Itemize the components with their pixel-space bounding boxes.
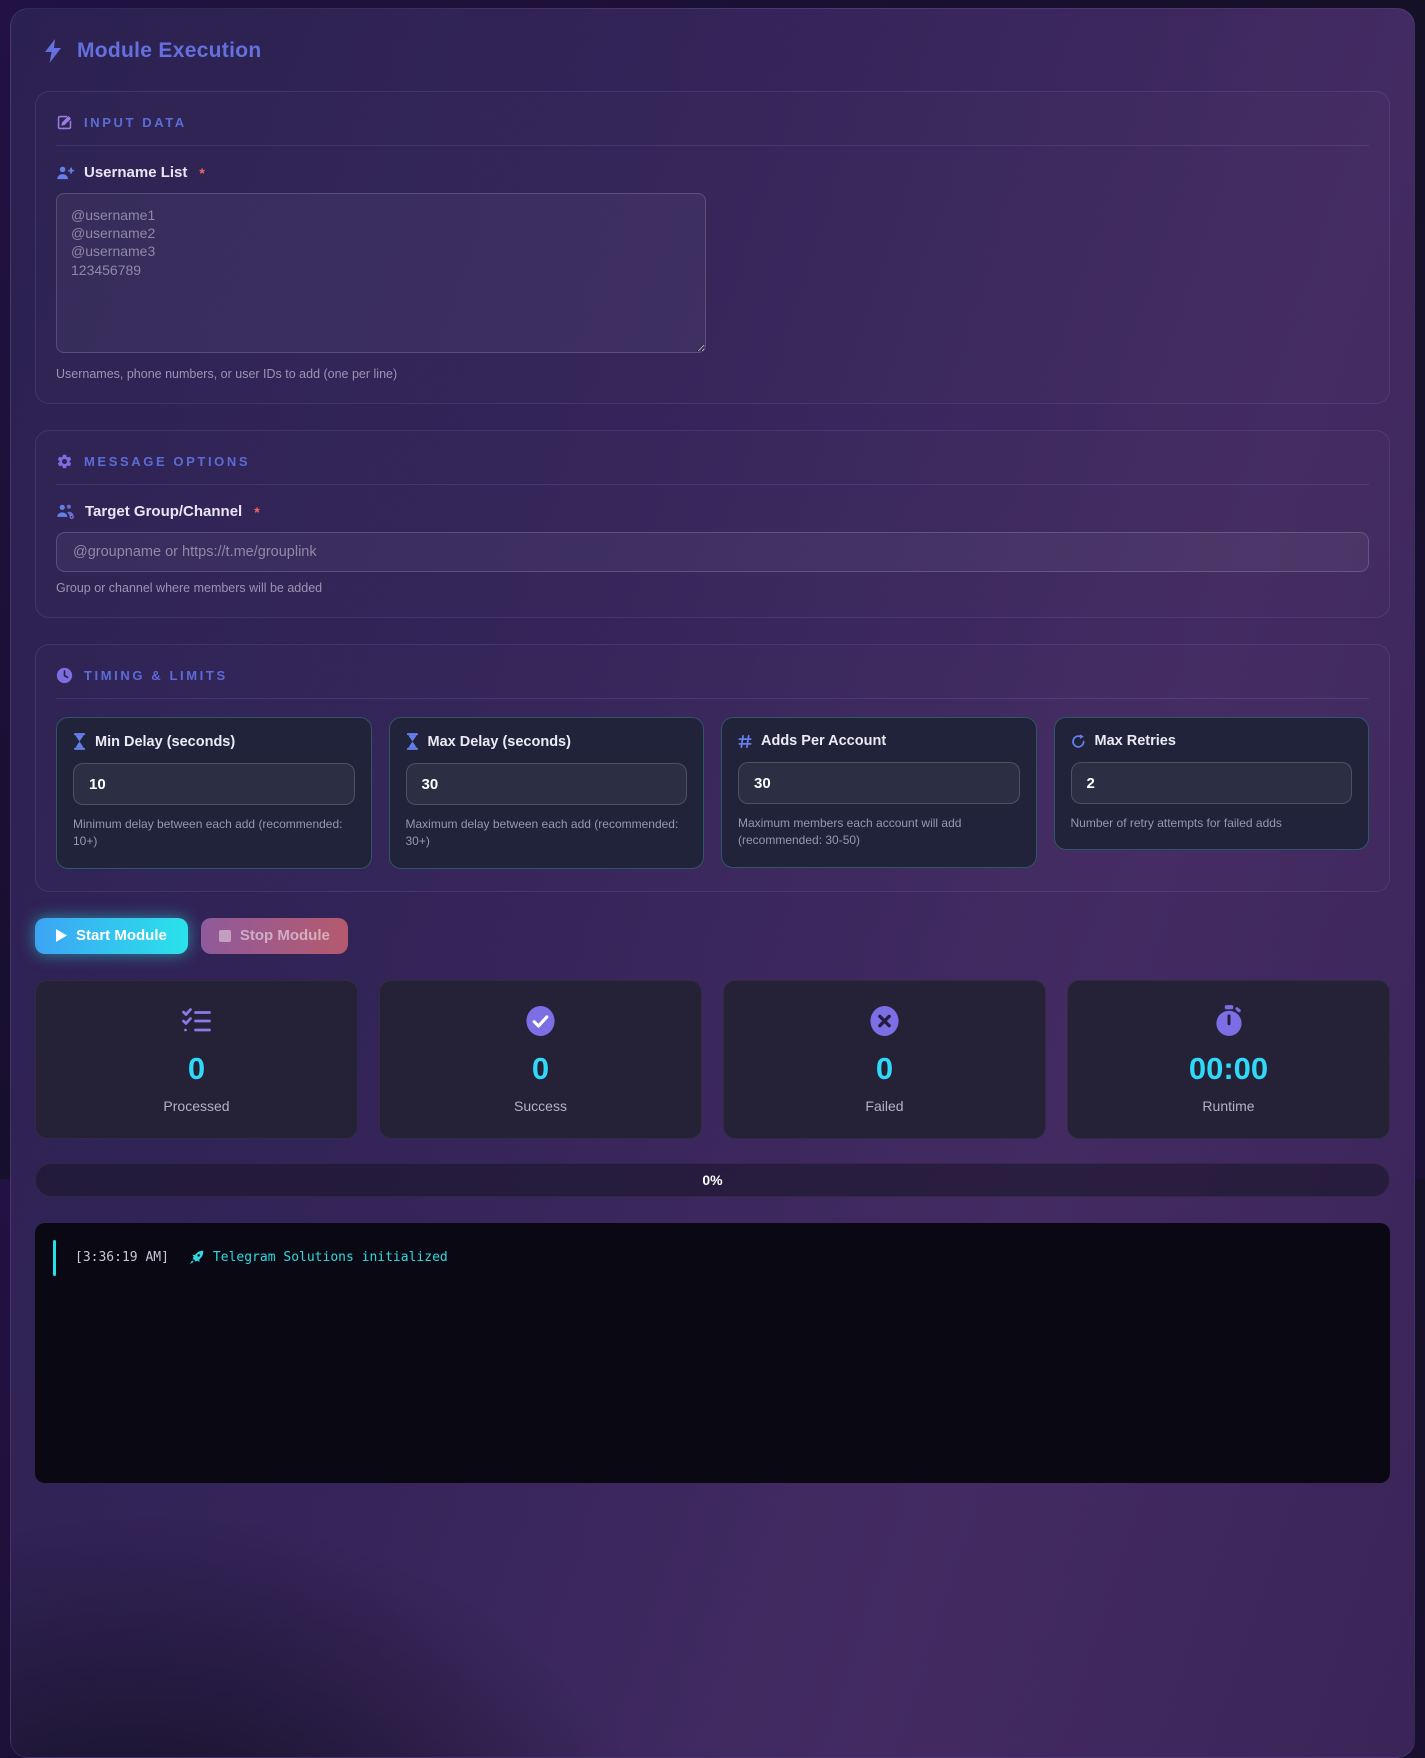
x-circle-icon bbox=[734, 1003, 1035, 1039]
min-delay-helper: Minimum delay between each add (recommen… bbox=[73, 816, 355, 851]
start-module-label: Start Module bbox=[76, 927, 167, 944]
max-retries-card: Max Retries Number of retry attempts for… bbox=[1054, 717, 1370, 850]
max-delay-card: Max Delay (seconds) Maximum delay betwee… bbox=[389, 717, 705, 869]
hash-icon bbox=[738, 734, 752, 749]
required-asterisk: * bbox=[254, 504, 259, 520]
rocket-icon bbox=[189, 1250, 204, 1265]
log-entry: [3:36:19 AM] Telegram Solutions initiali… bbox=[53, 1240, 1372, 1276]
page-header: Module Execution bbox=[43, 39, 1390, 63]
stopwatch-icon bbox=[1078, 1003, 1379, 1039]
failed-stat-card: 0 Failed bbox=[723, 980, 1046, 1139]
redo-icon bbox=[1071, 734, 1086, 749]
stats-grid: 0 Processed 0 Success 0 Failed bbox=[35, 980, 1390, 1139]
log-accent-bar bbox=[53, 1240, 56, 1276]
min-delay-input[interactable] bbox=[73, 763, 355, 805]
min-delay-label-row: Min Delay (seconds) bbox=[73, 733, 355, 750]
max-delay-input[interactable] bbox=[406, 763, 688, 805]
processed-label: Processed bbox=[46, 1098, 347, 1114]
adds-per-account-label-row: Adds Per Account bbox=[738, 733, 1020, 749]
module-controls: Start Module Stop Module bbox=[35, 918, 1390, 954]
username-list-textarea[interactable] bbox=[56, 193, 706, 353]
max-delay-label-row: Max Delay (seconds) bbox=[406, 733, 688, 750]
input-data-section: INPUT DATA Username List * Usernames, ph… bbox=[35, 91, 1390, 404]
message-options-section: MESSAGE OPTIONS Target Group/Channel * G… bbox=[35, 430, 1390, 618]
edit-icon bbox=[56, 114, 73, 131]
adds-per-account-input[interactable] bbox=[738, 762, 1020, 804]
min-delay-card: Min Delay (seconds) Minimum delay betwee… bbox=[56, 717, 372, 869]
play-icon bbox=[56, 929, 67, 942]
success-stat-card: 0 Success bbox=[379, 980, 702, 1139]
progress-percent: 0% bbox=[702, 1172, 722, 1188]
log-message: Telegram Solutions initialized bbox=[213, 1250, 448, 1265]
log-timestamp: [3:36:19 AM] bbox=[75, 1250, 169, 1265]
start-module-button[interactable]: Start Module bbox=[35, 918, 188, 954]
runtime-value: 00:00 bbox=[1078, 1051, 1379, 1087]
stop-module-button[interactable]: Stop Module bbox=[201, 918, 348, 954]
progress-bar: 0% bbox=[35, 1163, 1390, 1197]
timing-grid: Min Delay (seconds) Minimum delay betwee… bbox=[56, 717, 1369, 869]
adds-per-account-card: Adds Per Account Maximum members each ac… bbox=[721, 717, 1037, 868]
timing-limits-title: TIMING & LIMITS bbox=[84, 668, 228, 683]
target-group-input[interactable] bbox=[56, 532, 1369, 572]
check-circle-icon bbox=[390, 1003, 691, 1039]
input-data-section-header: INPUT DATA bbox=[56, 110, 1369, 146]
input-data-title: INPUT DATA bbox=[84, 115, 187, 130]
tasks-icon bbox=[46, 1003, 347, 1039]
log-console[interactable]: [3:36:19 AM] Telegram Solutions initiali… bbox=[35, 1223, 1390, 1483]
max-retries-helper: Number of retry attempts for failed adds bbox=[1071, 815, 1353, 832]
adds-per-account-helper: Maximum members each account will add (r… bbox=[738, 815, 1020, 850]
runtime-stat-card: 00:00 Runtime bbox=[1067, 980, 1390, 1139]
username-list-helper: Usernames, phone numbers, or user IDs to… bbox=[56, 367, 1369, 381]
gear-icon bbox=[56, 453, 73, 470]
target-group-label: Target Group/Channel bbox=[85, 503, 242, 520]
username-list-label: Username List bbox=[84, 164, 187, 181]
stop-icon bbox=[219, 930, 231, 942]
target-group-label-row: Target Group/Channel * bbox=[56, 503, 1369, 520]
hourglass-icon bbox=[73, 733, 86, 750]
max-delay-helper: Maximum delay between each add (recommen… bbox=[406, 816, 688, 851]
success-value: 0 bbox=[390, 1051, 691, 1087]
max-retries-label-row: Max Retries bbox=[1071, 733, 1353, 749]
timing-limits-section: TIMING & LIMITS Min Delay (seconds) Mini… bbox=[35, 644, 1390, 892]
required-asterisk: * bbox=[199, 165, 204, 181]
failed-value: 0 bbox=[734, 1051, 1035, 1087]
page-title: Module Execution bbox=[77, 39, 261, 63]
max-retries-input[interactable] bbox=[1071, 762, 1353, 804]
target-group-helper: Group or channel where members will be a… bbox=[56, 581, 1369, 595]
processed-value: 0 bbox=[46, 1051, 347, 1087]
clock-icon bbox=[56, 667, 73, 684]
hourglass-icon bbox=[406, 733, 419, 750]
adds-per-account-label: Adds Per Account bbox=[761, 733, 886, 749]
max-delay-label: Max Delay (seconds) bbox=[428, 734, 571, 750]
min-delay-label: Min Delay (seconds) bbox=[95, 734, 235, 750]
processed-stat-card: 0 Processed bbox=[35, 980, 358, 1139]
message-options-title: MESSAGE OPTIONS bbox=[84, 454, 250, 469]
module-execution-panel: Module Execution INPUT DATA Usern bbox=[10, 8, 1415, 1758]
stop-module-label: Stop Module bbox=[240, 927, 330, 944]
username-list-label-row: Username List * bbox=[56, 164, 1369, 181]
message-options-section-header: MESSAGE OPTIONS bbox=[56, 449, 1369, 485]
success-label: Success bbox=[390, 1098, 691, 1114]
max-retries-label: Max Retries bbox=[1095, 733, 1176, 749]
runtime-label: Runtime bbox=[1078, 1098, 1379, 1114]
lightning-bolt-icon bbox=[43, 39, 63, 63]
timing-limits-section-header: TIMING & LIMITS bbox=[56, 663, 1369, 699]
users-gear-icon bbox=[56, 503, 76, 520]
user-plus-icon bbox=[56, 164, 75, 181]
failed-label: Failed bbox=[734, 1098, 1035, 1114]
